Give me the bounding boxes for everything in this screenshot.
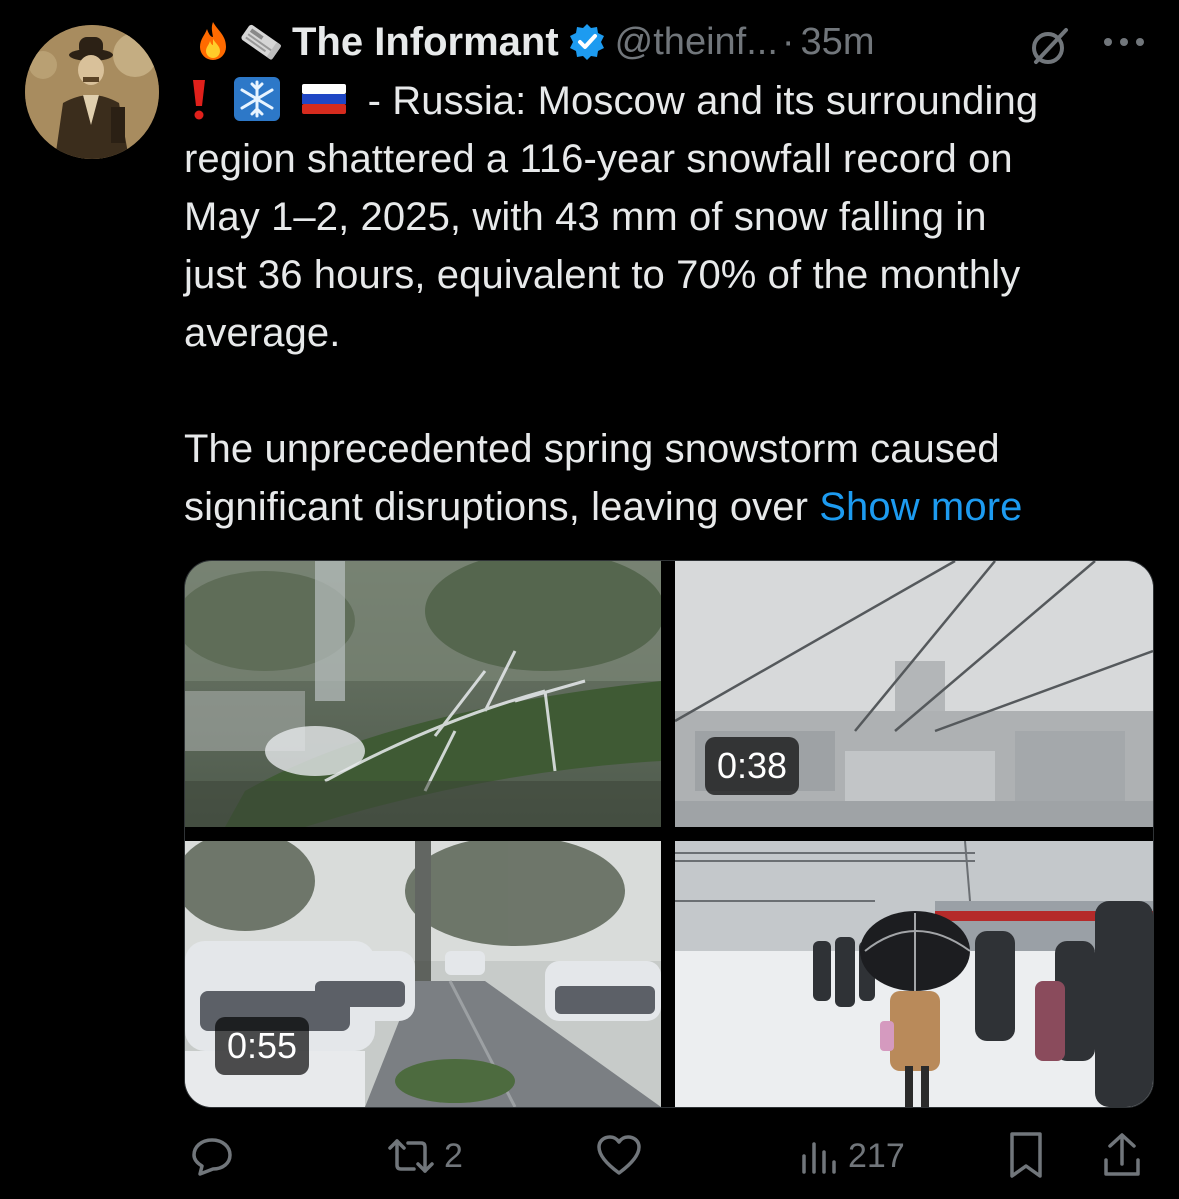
like-button[interactable] [594,1126,650,1186]
verified-badge-icon[interactable] [567,22,607,62]
post-time[interactable]: 35m [801,21,875,64]
newspaper-emoji [238,19,284,65]
tweet-header: The Informant @theinf... · 35m [190,14,1160,70]
tweet-text-line: just 36 hours, equivalent to 70% of the … [184,253,1021,297]
heart-icon [594,1132,644,1180]
retweet-button[interactable]: 2 [384,1126,463,1186]
author-avatar[interactable] [25,25,159,159]
tweet-text-line: May 1–2, 2025, with 43 mm of snow fallin… [184,195,987,239]
show-more-link[interactable]: Show more [819,485,1022,529]
snowflake-emoji [233,76,281,122]
bookmark-icon [1004,1130,1048,1182]
bookmark-button[interactable] [1004,1126,1048,1186]
reply-icon [188,1132,236,1180]
exclamation-emoji [184,76,214,122]
tweet-text-line: significant disruptions, leaving over Sh… [184,478,1154,536]
tweet-body: - Russia: Moscow and its surrounding reg… [184,72,1154,536]
tweet-line: - Russia: Moscow and its surrounding [184,72,1154,130]
tweet-text-line: The unprecedented spring snowstorm cause… [184,427,1000,471]
media-tile-train-platform[interactable] [675,841,1153,1107]
author-handle[interactable]: @theinf... [615,21,778,64]
retweet-count: 2 [444,1136,463,1175]
media-tile-fallen-tree[interactable] [185,561,661,827]
reply-button[interactable] [188,1126,242,1186]
views-count: 217 [848,1136,905,1175]
share-icon [1100,1130,1144,1182]
grok-icon[interactable] [1026,22,1074,70]
retweet-icon [384,1132,438,1180]
media-tile-snowy-street[interactable]: 0:55 [185,841,661,1107]
fire-emoji [190,19,236,65]
media-tile-city-power-lines[interactable]: 0:38 [675,561,1153,827]
tweet-text-line: - Russia: Moscow and its surrounding [367,79,1039,123]
views-icon [798,1132,842,1180]
tweet-text-fragment: significant disruptions, leaving over [184,485,809,529]
tweet-actions: 2 217 [184,1126,1152,1186]
tweet-text-line: average. [184,311,341,355]
share-button[interactable] [1100,1126,1144,1186]
video-duration: 0:55 [215,1017,310,1075]
tweet-text-line: region shattered a 116-year snowfall rec… [184,137,1013,181]
more-options-icon[interactable] [1098,22,1150,62]
media-grid: 0:38 0:55 [184,560,1154,1108]
author-name[interactable]: The Informant [292,20,559,65]
video-duration: 0:38 [705,737,800,795]
russia-flag-emoji [300,76,348,122]
separator-dot: · [781,20,795,63]
views-button[interactable]: 217 [798,1126,905,1186]
